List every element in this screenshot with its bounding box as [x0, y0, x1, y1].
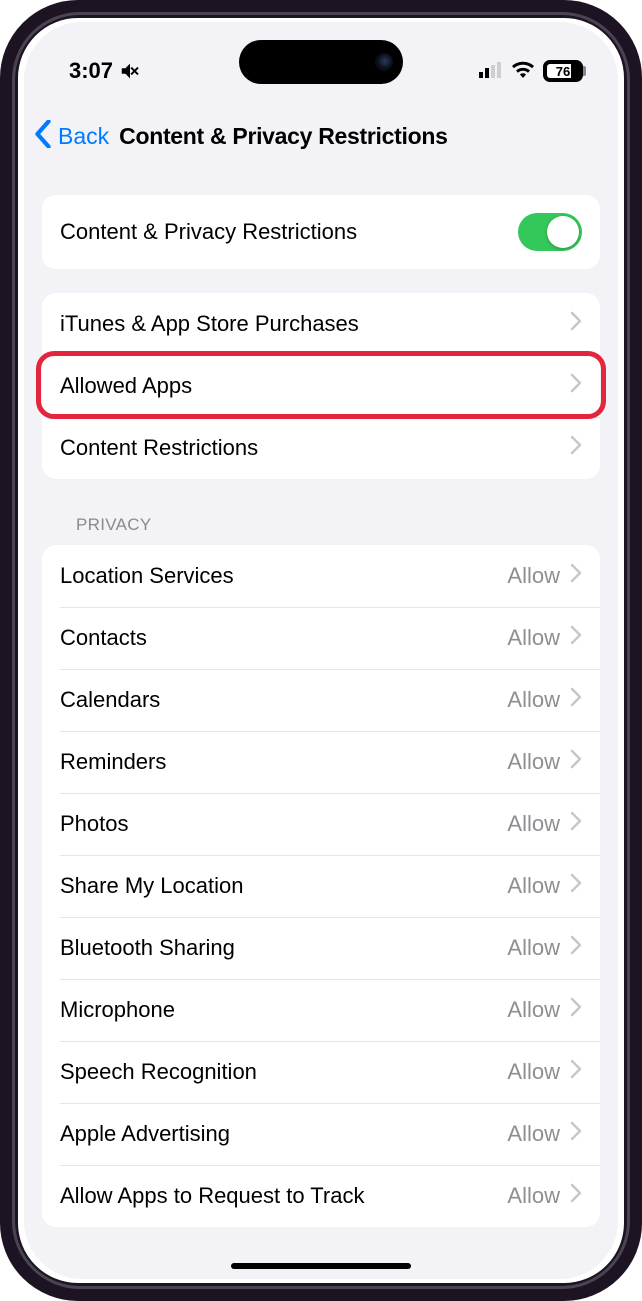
cellular-icon [479, 58, 503, 84]
row-value: Allow [507, 687, 560, 713]
privacy-row-calendars[interactable]: Calendars Allow [42, 669, 600, 731]
toggle-group: Content & Privacy Restrictions [42, 195, 600, 269]
wifi-icon [511, 58, 535, 84]
row-value: Allow [507, 625, 560, 651]
toggle-switch[interactable] [518, 213, 582, 251]
settings-row-itunes-app-store-purchases[interactable]: iTunes & App Store Purchases [42, 293, 600, 355]
privacy-row-apple-advertising[interactable]: Apple Advertising Allow [42, 1103, 600, 1165]
row-label: Bluetooth Sharing [60, 935, 235, 961]
row-value: Allow [507, 997, 560, 1023]
chevron-right-icon [570, 687, 582, 713]
screen: 3:07 76 Back Content & [24, 22, 618, 1279]
chevron-right-icon [570, 1183, 582, 1209]
row-label: Allowed Apps [60, 373, 192, 399]
row-label: Content Restrictions [60, 435, 258, 461]
row-label: Reminders [60, 749, 166, 775]
privacy-row-contacts[interactable]: Contacts Allow [42, 607, 600, 669]
restrictions-group: iTunes & App Store Purchases Allowed Apps… [42, 293, 600, 479]
privacy-row-photos[interactable]: Photos Allow [42, 793, 600, 855]
navigation-bar: Back Content & Privacy Restrictions [24, 102, 618, 171]
chevron-right-icon [570, 749, 582, 775]
privacy-section-header: PRIVACY [42, 479, 600, 545]
row-label: Location Services [60, 563, 234, 589]
row-value: Allow [507, 935, 560, 961]
chevron-right-icon [570, 563, 582, 589]
row-value: Allow [507, 1183, 560, 1209]
chevron-right-icon [570, 1121, 582, 1147]
chevron-right-icon [570, 373, 582, 399]
mute-icon [119, 60, 141, 82]
chevron-right-icon [570, 435, 582, 461]
chevron-right-icon [570, 311, 582, 337]
row-value: Allow [507, 1059, 560, 1085]
camera-dot [375, 53, 393, 71]
row-label: Photos [60, 811, 129, 837]
privacy-row-reminders[interactable]: Reminders Allow [42, 731, 600, 793]
back-chevron-icon[interactable] [34, 120, 52, 153]
privacy-row-speech-recognition[interactable]: Speech Recognition Allow [42, 1041, 600, 1103]
back-button[interactable]: Back [58, 123, 109, 150]
settings-row-allowed-apps[interactable]: Allowed Apps [42, 355, 600, 417]
chevron-right-icon [570, 873, 582, 899]
privacy-row-location-services[interactable]: Location Services Allow [42, 545, 600, 607]
silent-switch[interactable] [0, 210, 3, 250]
volume-up-button[interactable] [0, 310, 3, 388]
row-value: Allow [507, 873, 560, 899]
chevron-right-icon [570, 811, 582, 837]
chevron-right-icon [570, 625, 582, 651]
row-value: Allow [507, 1121, 560, 1147]
row-label: Microphone [60, 997, 175, 1023]
status-time: 3:07 [69, 58, 113, 84]
content-privacy-toggle-row[interactable]: Content & Privacy Restrictions [42, 195, 600, 269]
row-label: iTunes & App Store Purchases [60, 311, 359, 337]
row-label: Allow Apps to Request to Track [60, 1183, 365, 1209]
privacy-row-allow-apps-to-request-to-track[interactable]: Allow Apps to Request to Track Allow [42, 1165, 600, 1227]
privacy-row-share-my-location[interactable]: Share My Location Allow [42, 855, 600, 917]
row-value: Allow [507, 749, 560, 775]
battery-percent: 76 [545, 62, 581, 80]
row-label: Content & Privacy Restrictions [60, 219, 357, 245]
row-value: Allow [507, 563, 560, 589]
page-title: Content & Privacy Restrictions [119, 123, 447, 150]
row-label: Apple Advertising [60, 1121, 230, 1147]
privacy-row-microphone[interactable]: Microphone Allow [42, 979, 600, 1041]
privacy-row-bluetooth-sharing[interactable]: Bluetooth Sharing Allow [42, 917, 600, 979]
settings-row-content-restrictions[interactable]: Content Restrictions [42, 417, 600, 479]
volume-down-button[interactable] [0, 410, 3, 488]
chevron-right-icon [570, 1059, 582, 1085]
row-label: Share My Location [60, 873, 243, 899]
row-label: Calendars [60, 687, 160, 713]
chevron-right-icon [570, 997, 582, 1023]
home-indicator[interactable] [231, 1263, 411, 1269]
row-label: Speech Recognition [60, 1059, 257, 1085]
row-value: Allow [507, 811, 560, 837]
battery-icon: 76 [543, 60, 583, 82]
row-label: Contacts [60, 625, 147, 651]
privacy-group: Location ServicesAllowContactsAllowCalen… [42, 545, 600, 1227]
chevron-right-icon [570, 935, 582, 961]
dynamic-island [239, 40, 403, 84]
